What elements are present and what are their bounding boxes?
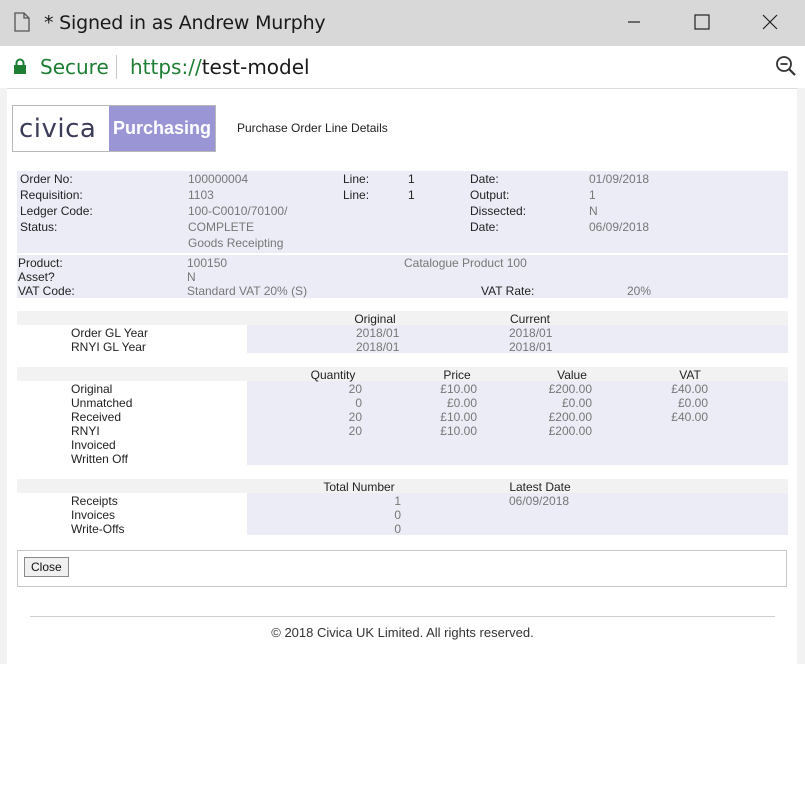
qty-row-vat: £40.00 [671, 410, 708, 424]
gl-row-current: 2018/01 [509, 340, 553, 354]
qty-row-quantity: 20 [348, 382, 362, 396]
status-date-label: Date: [470, 220, 499, 234]
qty-row-label: Written Off [71, 452, 128, 466]
page-margin-right [797, 88, 805, 664]
product-value: 100150 [187, 256, 228, 270]
document-icon [14, 12, 30, 32]
qty-row-value: £200.00 [548, 382, 592, 396]
qty-row-price: £10.00 [440, 410, 477, 424]
line-value: 1 [408, 172, 415, 186]
qty-row-price: £10.00 [440, 424, 477, 438]
product-description: Catalogue Product 100 [404, 256, 527, 270]
ledger-code-label: Ledger Code: [20, 204, 93, 218]
window-titlebar: * Signed in as Andrew Murphy [0, 0, 805, 47]
ledger-code-value: 100-C0010/70100/ [188, 204, 288, 218]
address-separator [116, 55, 117, 79]
requisition-line-label: Line: [343, 188, 370, 202]
qty-row-label: Unmatched [71, 396, 133, 410]
qty-row-quantity: 20 [348, 424, 362, 438]
copyright-footer: © 2018 Civica UK Limited. All rights res… [271, 625, 534, 640]
civica-purchasing-logo: civica Purchasing [12, 105, 216, 152]
close-window-button[interactable] [760, 12, 780, 32]
totals-row-count: 1 [394, 494, 401, 508]
action-bar [17, 550, 787, 587]
totals-row-count: 0 [394, 522, 401, 536]
gl-header-original: Original [354, 312, 396, 326]
totals-row-label: Receipts [71, 494, 118, 508]
vat-code-label: VAT Code: [18, 284, 75, 298]
status-date-value: 06/09/2018 [589, 220, 650, 234]
date-label: Date: [470, 172, 499, 186]
requisition-line-value: 1 [408, 188, 415, 202]
requisition-value: 1103 [188, 188, 214, 202]
address-bar[interactable]: Secure https://test-model [0, 46, 805, 89]
qty-row-quantity: 0 [355, 396, 362, 410]
url-host: test-model [201, 55, 310, 79]
window-title: * Signed in as Andrew Murphy [44, 12, 326, 34]
maximize-button[interactable] [692, 12, 712, 32]
logo-brand: civica [19, 114, 97, 144]
totals-row-label: Write-Offs [71, 522, 125, 536]
requisition-label: Requisition: [20, 188, 83, 202]
vat-rate-label: VAT Rate: [481, 284, 535, 298]
product-label: Product: [18, 256, 63, 270]
totals-row-date: 06/09/2018 [509, 494, 570, 508]
qty-header-price: Price [443, 368, 471, 382]
footer-divider [30, 616, 775, 617]
totals-row-label: Invoices [71, 508, 116, 522]
totals-header-number: Total Number [323, 480, 395, 494]
qty-row-vat: £40.00 [671, 382, 708, 396]
line-label: Line: [343, 172, 370, 186]
order-no-value: 100000004 [188, 172, 249, 186]
gl-row-original: 2018/01 [356, 326, 400, 340]
qty-row-label: Received [71, 410, 122, 424]
qty-header-quantity: Quantity [310, 368, 356, 382]
order-details-panel [17, 171, 788, 253]
gl-row-original: 2018/01 [356, 340, 400, 354]
qty-row-price: £0.00 [446, 396, 477, 410]
dissected-value: N [589, 204, 598, 218]
asset-value: N [187, 270, 196, 284]
gl-row-label: Order GL Year [71, 326, 148, 340]
vat-rate-value: 20% [627, 284, 652, 298]
page-margin-left [0, 88, 7, 664]
qty-row-value: £200.00 [548, 424, 592, 438]
url-text[interactable]: https://test-model [130, 55, 310, 79]
status-detail: Goods Receipting [188, 236, 284, 250]
url-scheme: https:// [130, 55, 202, 79]
qty-row-quantity: 20 [348, 410, 362, 424]
gl-row-current: 2018/01 [509, 326, 553, 340]
output-label: Output: [470, 188, 510, 202]
qty-row-label: Original [71, 382, 113, 396]
zoom-icon[interactable] [775, 55, 797, 77]
order-no-label: Order No: [20, 172, 73, 186]
status-value: COMPLETE [188, 220, 255, 234]
qty-row-label: RNYI [71, 424, 100, 438]
gl-header-current: Current [509, 312, 550, 326]
asset-label: Asset? [18, 270, 55, 284]
gl-row-label: RNYI GL Year [71, 340, 146, 354]
dissected-label: Dissected: [470, 204, 527, 218]
qty-header-vat: VAT [679, 368, 701, 382]
page-title: Purchase Order Line Details [237, 121, 388, 135]
qty-row-value: £0.00 [561, 396, 592, 410]
logo-product: Purchasing [109, 106, 215, 151]
totals-row-count: 0 [394, 508, 401, 522]
vat-code-value: Standard VAT 20% (S) [187, 284, 308, 298]
output-value: 1 [589, 188, 596, 202]
secure-label: Secure [40, 55, 109, 79]
qty-header-value: Value [557, 368, 587, 382]
totals-header-date: Latest Date [509, 480, 571, 494]
lock-icon [14, 58, 26, 74]
product-details-panel [17, 255, 788, 298]
date-value: 01/09/2018 [589, 172, 650, 186]
qty-row-price: £10.00 [440, 382, 477, 396]
qty-row-value: £200.00 [548, 410, 592, 424]
qty-row-vat: £0.00 [677, 396, 708, 410]
qty-row-label: Invoiced [71, 438, 116, 452]
status-label: Status: [20, 220, 58, 234]
minimize-button[interactable] [624, 12, 644, 32]
close-button[interactable]: Close [24, 557, 69, 577]
